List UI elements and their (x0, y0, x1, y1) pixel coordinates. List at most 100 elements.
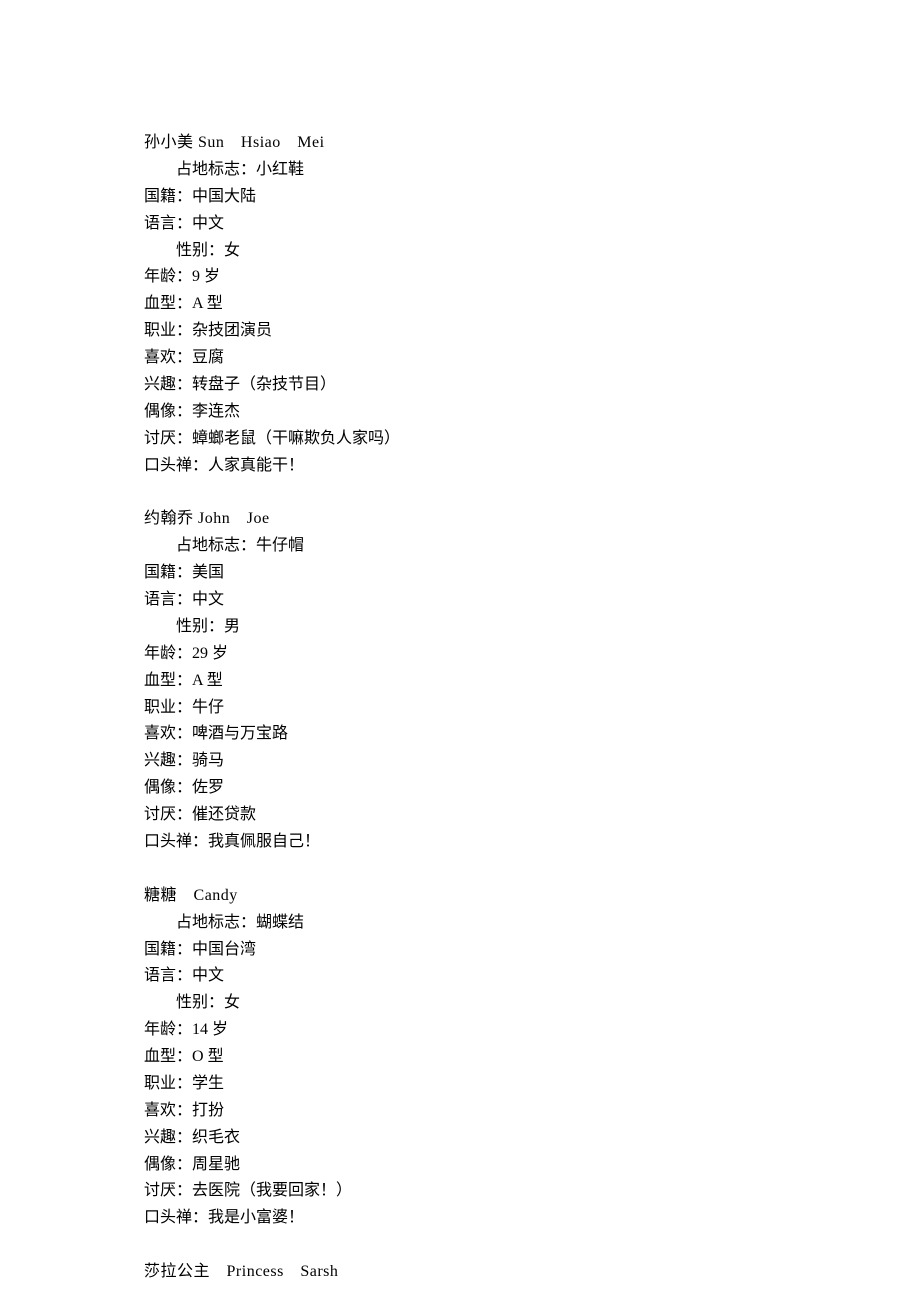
field-label: 口头禅： (144, 1209, 208, 1226)
field-label: 血型： (144, 672, 192, 689)
field-label: 年龄： (144, 268, 192, 285)
field-value: 转盘子（杂技节目） (192, 376, 336, 393)
field-value: 豆腐 (192, 349, 224, 366)
character-block: 约翰乔 John Joe 占地标志：牛仔帽 国籍：美国 语言：中文 性别：男 年… (144, 506, 920, 855)
field-label: 喜欢： (144, 1102, 192, 1119)
field-value: 佐罗 (192, 779, 224, 796)
dislikes-field: 讨厌：去医院（我要回家！） (144, 1178, 920, 1205)
field-value: 杂技团演员 (192, 322, 272, 339)
character-title: 糖糖 Candy (144, 883, 920, 910)
field-label: 语言： (144, 215, 192, 232)
field-label: 血型： (144, 1048, 192, 1065)
character-alias: Sun Hsiao Mei (198, 134, 325, 151)
gender-field: 性别：男 (144, 614, 920, 641)
field-value: 女 (224, 242, 240, 259)
field-label: 占地标志： (176, 914, 256, 931)
catchphrase-field: 口头禅：人家真能干！ (144, 453, 920, 480)
field-label: 偶像： (144, 403, 192, 420)
character-name: 约翰乔 (144, 510, 194, 527)
field-value: 中文 (192, 215, 224, 232)
character-name: 孙小美 (144, 134, 194, 151)
field-label: 喜欢： (144, 725, 192, 742)
character-title: 莎拉公主 Princess Sarsh (144, 1259, 920, 1286)
idol-field: 偶像：周星驰 (144, 1152, 920, 1179)
field-value: 骑马 (192, 752, 224, 769)
likes-field: 喜欢：豆腐 (144, 345, 920, 372)
field-value: 打扮 (192, 1102, 224, 1119)
catchphrase-field: 口头禅：我是小富婆！ (144, 1205, 920, 1232)
field-label: 讨厌： (144, 1182, 192, 1199)
field-value: 啤酒与万宝路 (192, 725, 288, 742)
nationality-field: 国籍：美国 (144, 560, 920, 587)
character-title: 孙小美 Sun Hsiao Mei (144, 130, 920, 157)
age-field: 年龄：29 岁 (144, 641, 920, 668)
field-value: 李连杰 (192, 403, 240, 420)
character-title: 约翰乔 John Joe (144, 506, 920, 533)
field-label: 兴趣： (144, 1129, 192, 1146)
language-field: 语言：中文 (144, 211, 920, 238)
field-value: 14 岁 (192, 1021, 228, 1038)
dislikes-field: 讨厌：催还贷款 (144, 802, 920, 829)
marker-field: 占地标志：蝴蝶结 (144, 910, 920, 937)
field-label: 性别： (176, 618, 224, 635)
field-label: 口头禅： (144, 833, 208, 850)
marker-field: 占地标志：牛仔帽 (144, 533, 920, 560)
field-value: 蟑螂老鼠（干嘛欺负人家吗） (192, 430, 400, 447)
idol-field: 偶像：佐罗 (144, 775, 920, 802)
field-value: 中文 (192, 591, 224, 608)
field-label: 占地标志： (176, 161, 256, 178)
field-label: 占地标志： (176, 537, 256, 554)
field-value: 29 岁 (192, 645, 228, 662)
field-label: 年龄： (144, 1021, 192, 1038)
hobby-field: 兴趣：骑马 (144, 748, 920, 775)
occupation-field: 职业：学生 (144, 1071, 920, 1098)
field-value: 中国大陆 (192, 188, 256, 205)
field-label: 语言： (144, 591, 192, 608)
idol-field: 偶像：李连杰 (144, 399, 920, 426)
field-value: 女 (224, 994, 240, 1011)
field-label: 偶像： (144, 1156, 192, 1173)
field-label: 年龄： (144, 645, 192, 662)
field-label: 职业： (144, 1075, 192, 1092)
field-value: A 型 (192, 672, 223, 689)
field-value: 我真佩服自己！ (208, 833, 320, 850)
character-name: 莎拉公主 (144, 1263, 210, 1280)
field-value: 我是小富婆！ (208, 1209, 304, 1226)
character-block: 糖糖 Candy 占地标志：蝴蝶结 国籍：中国台湾 语言：中文 性别：女 年龄：… (144, 883, 920, 1232)
character-alias: Princess Sarsh (210, 1263, 338, 1280)
document-page: 孙小美 Sun Hsiao Mei 占地标志：小红鞋 国籍：中国大陆 语言：中文… (0, 0, 920, 1302)
field-label: 国籍： (144, 188, 192, 205)
dislikes-field: 讨厌：蟑螂老鼠（干嘛欺负人家吗） (144, 426, 920, 453)
field-value: 蝴蝶结 (256, 914, 304, 931)
likes-field: 喜欢：打扮 (144, 1098, 920, 1125)
character-block: 孙小美 Sun Hsiao Mei 占地标志：小红鞋 国籍：中国大陆 语言：中文… (144, 130, 920, 479)
field-label: 职业： (144, 699, 192, 716)
field-value: 人家真能干！ (208, 457, 304, 474)
field-value: O 型 (192, 1048, 224, 1065)
character-alias: Candy (177, 887, 238, 904)
field-value: 牛仔帽 (256, 537, 304, 554)
field-value: 催还贷款 (192, 806, 256, 823)
occupation-field: 职业：杂技团演员 (144, 318, 920, 345)
field-label: 血型： (144, 295, 192, 312)
character-name: 糖糖 (144, 887, 177, 904)
field-value: 美国 (192, 564, 224, 581)
field-label: 兴趣： (144, 376, 192, 393)
field-label: 性别： (176, 242, 224, 259)
field-value: 学生 (192, 1075, 224, 1092)
likes-field: 喜欢：啤酒与万宝路 (144, 721, 920, 748)
language-field: 语言：中文 (144, 963, 920, 990)
field-label: 讨厌： (144, 430, 192, 447)
field-label: 国籍： (144, 564, 192, 581)
field-value: 织毛衣 (192, 1129, 240, 1146)
field-label: 偶像： (144, 779, 192, 796)
field-label: 兴趣： (144, 752, 192, 769)
field-value: A 型 (192, 295, 223, 312)
nationality-field: 国籍：中国大陆 (144, 184, 920, 211)
field-label: 口头禅： (144, 457, 208, 474)
catchphrase-field: 口头禅：我真佩服自己！ (144, 829, 920, 856)
bloodtype-field: 血型：A 型 (144, 291, 920, 318)
field-label: 喜欢： (144, 349, 192, 366)
field-label: 国籍： (144, 941, 192, 958)
gender-field: 性别：女 (144, 990, 920, 1017)
